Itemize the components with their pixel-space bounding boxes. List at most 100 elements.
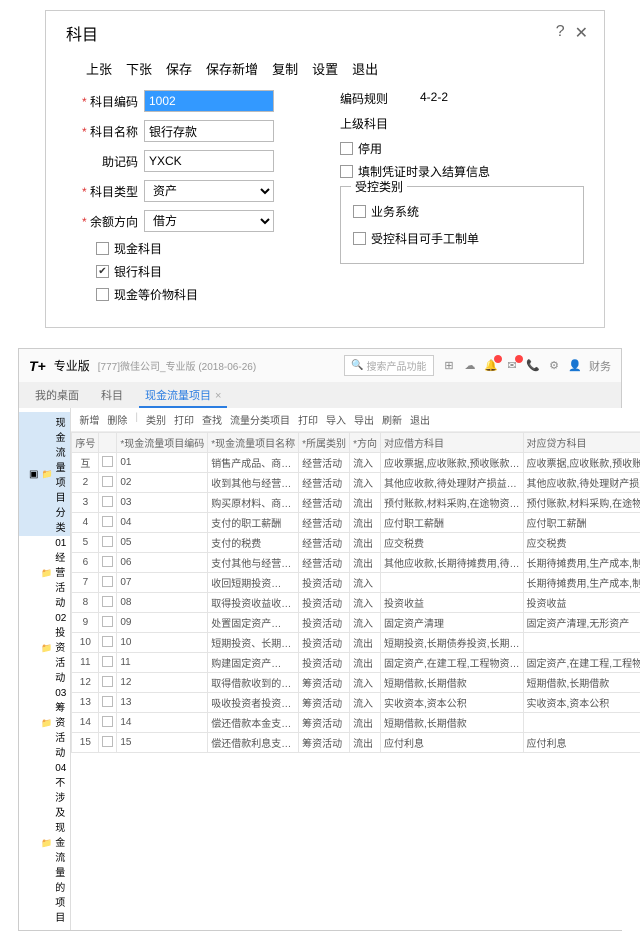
msg-icon[interactable]: ✉ — [505, 359, 519, 373]
disable-check-row[interactable]: 停用 — [340, 140, 584, 157]
table-row[interactable]: 707收回短期投资…投资活动流入长期待摊费用,生产成本,制造… — [72, 573, 640, 593]
user-icon[interactable]: 👤 — [568, 359, 582, 373]
col-header[interactable]: 序号 — [72, 433, 99, 453]
row-checkbox[interactable] — [99, 713, 117, 733]
checkbox-icon — [340, 165, 353, 178]
mnemonic-input[interactable] — [144, 150, 274, 172]
row-checkbox[interactable] — [99, 653, 117, 673]
row-checkbox[interactable] — [99, 593, 117, 613]
bell-icon[interactable]: 🔔 — [484, 359, 498, 373]
toolbar-新增[interactable]: 新增 — [79, 412, 99, 427]
tree-item[interactable]: 📁03 筹资活动 — [19, 686, 70, 761]
table-row[interactable]: 1111购建固定资产…投资活动流出固定资产,在建工程,工程物资…固定资产,在建工… — [72, 653, 640, 673]
cloud-icon[interactable]: ☁ — [463, 359, 477, 373]
menu-next[interactable]: 下张 — [126, 59, 152, 78]
col-header[interactable]: *方向 — [350, 433, 381, 453]
table-row[interactable]: 1010短期投资、长期…投资活动流出短期投资,长期债券投资,长期… — [72, 633, 640, 653]
code-input[interactable] — [144, 90, 274, 112]
menu-prev[interactable]: 上张 — [86, 59, 112, 78]
cash-check-label: 现金科目 — [114, 240, 162, 257]
tabs: 我的桌面 科目 现金流量项目× — [19, 382, 621, 408]
brand-sub: 专业版 — [54, 357, 90, 374]
toolbar-类别[interactable]: 类别 — [146, 412, 166, 427]
table-row[interactable]: 404支付的职工薪酬经营活动流出应付职工薪酬应付职工薪酬 — [72, 513, 640, 533]
table-row[interactable]: 303购买原材料、商…经营活动流出预付账款,材料采购,在途物资…预付账款,材料采… — [72, 493, 640, 513]
table-row[interactable]: 505支付的税费经营活动流出应交税费应交税费 — [72, 533, 640, 553]
toolbar-刷新[interactable]: 刷新 — [382, 412, 402, 427]
table-row[interactable]: 1313吸收投资者投资…筹资活动流入实收资本,资本公积实收资本,资本公积 — [72, 693, 640, 713]
table-row[interactable]: 1515偿还借款利息支…筹资活动流出应付利息应付利息 — [72, 733, 640, 753]
subject-dialog: 科目 ? ✕ 上张 下张 保存 保存新增 复制 设置 退出 科目编码 科目名称 … — [45, 10, 605, 328]
biz-check-row[interactable]: 业务系统 — [353, 203, 571, 220]
menu-settings[interactable]: 设置 — [312, 59, 338, 78]
toolbar-导出[interactable]: 导出 — [354, 412, 374, 427]
row-checkbox[interactable] — [99, 453, 117, 473]
toolbar-查找[interactable]: 查找 — [202, 412, 222, 427]
col-header[interactable]: 对应借方科目 — [380, 433, 523, 453]
table-row[interactable]: 202收到其他与经营…经营活动流入其他应收款,待处理财产损益…其他应收款,待处理… — [72, 473, 640, 493]
parent-label: 上级科目 — [340, 115, 408, 132]
menu-save-new[interactable]: 保存新增 — [206, 59, 258, 78]
row-checkbox[interactable] — [99, 513, 117, 533]
table-row[interactable]: 808取得投资收益收…投资活动流入投资收益投资收益 — [72, 593, 640, 613]
row-checkbox[interactable] — [99, 633, 117, 653]
folder-icon: 📁 — [41, 838, 52, 849]
col-header[interactable]: *所属类别 — [299, 433, 350, 453]
equiv-check-row[interactable]: 现金等价物科目 — [96, 286, 310, 303]
tree-root[interactable]: ▣📁现金流量项目分类 — [19, 412, 70, 536]
menu-save[interactable]: 保存 — [166, 59, 192, 78]
row-checkbox[interactable] — [99, 573, 117, 593]
row-checkbox[interactable] — [99, 693, 117, 713]
toolbar-导入[interactable]: 导入 — [326, 412, 346, 427]
toolbar-删除[interactable]: 删除 — [107, 412, 127, 427]
toolbar-流量分类项目[interactable]: 流量分类项目 — [230, 412, 290, 427]
row-checkbox[interactable] — [99, 553, 117, 573]
close-icon[interactable]: ✕ — [575, 23, 588, 43]
col-header[interactable]: *现金流量项目名称 — [208, 433, 299, 453]
tree-item[interactable]: 📁04 不涉及现金流量的项目 — [19, 761, 70, 926]
manual-check-row[interactable]: 受控科目可手工制单 — [353, 230, 571, 247]
col-header[interactable]: 对应贷方科目 — [523, 433, 640, 453]
tab-subject[interactable]: 科目 — [95, 384, 129, 408]
bank-check-row[interactable]: 银行科目 — [96, 263, 310, 280]
tree-item[interactable]: 📁01 经营活动 — [19, 536, 70, 611]
table-row[interactable]: 606支付其他与经营…经营活动流出其他应收款,长期待摊费用,待…长期待摊费用,生… — [72, 553, 640, 573]
close-tab-icon[interactable]: × — [215, 390, 221, 402]
col-header[interactable] — [99, 433, 117, 453]
toolbar-退出[interactable]: 退出 — [410, 412, 430, 427]
row-checkbox[interactable] — [99, 473, 117, 493]
phone-icon[interactable]: 📞 — [526, 359, 540, 373]
table-row[interactable]: 互01销售产成品、商…经营活动流入应收票据,应收账款,预收账款…应收票据,应收账… — [72, 453, 640, 473]
table-row[interactable]: 1414偿还借款本金支…筹资活动流出短期借款,长期借款 — [72, 713, 640, 733]
row-checkbox[interactable] — [99, 733, 117, 753]
tab-cashflow[interactable]: 现金流量项目× — [139, 384, 227, 408]
row-checkbox[interactable] — [99, 493, 117, 513]
coderule-value: 4-2-2 — [420, 90, 448, 107]
balance-select[interactable]: 借方 — [144, 210, 274, 232]
search-input[interactable]: 🔍搜索产品功能 — [344, 355, 434, 376]
equiv-check-label: 现金等价物科目 — [114, 286, 198, 303]
checkbox-icon — [96, 265, 109, 278]
sidebar: ▣📁现金流量项目分类 📁01 经营活动 📁02 投资活动 📁03 筹资活动 📁0… — [19, 408, 71, 930]
table-row[interactable]: 909处置固定资产…投资活动流入固定资产清理固定资产清理,无形资产 — [72, 613, 640, 633]
table-row[interactable]: 1212取得借款收到的…筹资活动流入短期借款,长期借款短期借款,长期借款 — [72, 673, 640, 693]
menu-copy[interactable]: 复制 — [272, 59, 298, 78]
name-input[interactable] — [144, 120, 274, 142]
col-header[interactable]: *现金流量项目编码 — [117, 433, 208, 453]
help-icon[interactable]: ? — [556, 23, 565, 43]
cash-check-row[interactable]: 现金科目 — [96, 240, 310, 257]
toolbar-打印[interactable]: 打印 — [298, 412, 318, 427]
apps-icon[interactable]: ⊞ — [442, 359, 456, 373]
finance-label[interactable]: 财务 — [589, 358, 611, 374]
settings-icon[interactable]: ⚙ — [547, 359, 561, 373]
type-select[interactable]: 资产 — [144, 180, 274, 202]
menu-exit[interactable]: 退出 — [352, 59, 378, 78]
tab-desktop[interactable]: 我的桌面 — [29, 384, 85, 408]
row-checkbox[interactable] — [99, 673, 117, 693]
badge — [494, 355, 502, 363]
toolbar-打印[interactable]: 打印 — [174, 412, 194, 427]
tree-item[interactable]: 📁02 投资活动 — [19, 611, 70, 686]
row-checkbox[interactable] — [99, 533, 117, 553]
row-checkbox[interactable] — [99, 613, 117, 633]
balance-label: 余额方向 — [66, 213, 138, 230]
